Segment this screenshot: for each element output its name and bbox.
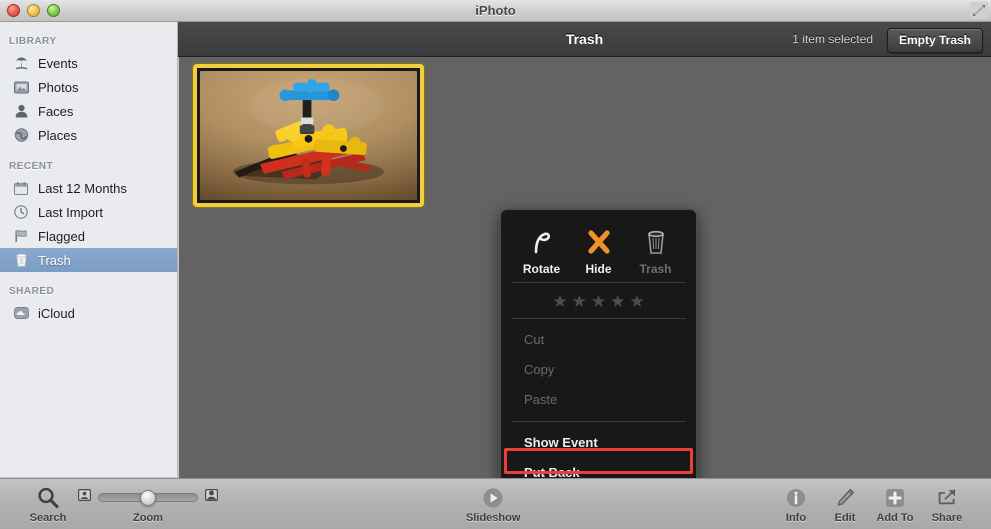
fullscreen-resize-icon[interactable] [970, 2, 988, 19]
sidebar-item-trash[interactable]: Trash [0, 248, 177, 272]
sidebar-item-label: Flagged [38, 228, 85, 244]
add-to-label: Add To [876, 512, 914, 524]
sidebar: LIBRARY Events Photos Faces Places RECEN… [0, 22, 178, 478]
flag-icon [12, 228, 30, 245]
pencil-icon [824, 485, 866, 511]
sidebar-item-events[interactable]: Events [0, 51, 177, 75]
photo-thumbnail[interactable] [193, 64, 424, 207]
photo-image [200, 71, 417, 200]
sidebar-item-faces[interactable]: Faces [0, 99, 177, 123]
context-menu-action-row: Rotate Hide Trash [501, 210, 696, 276]
zoom-slider-track[interactable] [98, 489, 198, 506]
sidebar-resize-handle[interactable] [175, 202, 178, 242]
menu-item-cut[interactable]: Cut [501, 325, 696, 355]
action-label: Hide [585, 262, 612, 276]
photo-context-menu: Rotate Hide Trash ★ ★ ★ ★ ★ Cut Copy Pas… [500, 209, 697, 486]
sidebar-section-recent-header: RECENT [9, 161, 54, 172]
menu-item-copy[interactable]: Copy [501, 355, 696, 385]
sidebar-item-label: iCloud [38, 305, 75, 321]
sidebar-item-places[interactable]: Places [0, 123, 177, 147]
star-2[interactable]: ★ [572, 293, 587, 310]
search-icon [22, 485, 74, 511]
trash-icon [12, 252, 30, 269]
star-3[interactable]: ★ [591, 293, 606, 310]
zoom-label: Zoom [133, 512, 163, 524]
search-button[interactable]: Search [22, 485, 74, 524]
sidebar-section-library-header: LIBRARY [9, 36, 57, 47]
rating-stars[interactable]: ★ ★ ★ ★ ★ [501, 289, 696, 312]
sidebar-item-last-import[interactable]: Last Import [0, 200, 177, 224]
plus-box-icon [868, 485, 922, 511]
sidebar-item-flagged[interactable]: Flagged [0, 224, 177, 248]
sidebar-item-photos[interactable]: Photos [0, 75, 177, 99]
search-label: Search [29, 512, 67, 524]
menu-divider [511, 318, 686, 319]
zoom-slider-knob[interactable] [140, 489, 156, 506]
menu-divider [511, 421, 686, 422]
sidebar-item-last-12-months[interactable]: Last 12 Months [0, 176, 177, 200]
star-5[interactable]: ★ [629, 293, 644, 310]
sidebar-item-label: Places [38, 127, 78, 143]
info-label: Info [785, 512, 807, 524]
sidebar-item-icloud[interactable]: iCloud [0, 301, 177, 325]
photos-icon [12, 79, 30, 96]
slideshow-button[interactable]: Slideshow [466, 485, 520, 524]
iphoto-window: iPhoto LIBRARY Events Photos Faces Place… [0, 0, 991, 529]
info-button[interactable]: Info [775, 485, 817, 524]
calendar-icon [12, 180, 30, 197]
play-icon [466, 485, 520, 511]
star-1[interactable]: ★ [552, 293, 567, 310]
add-to-button[interactable]: Add To [868, 485, 922, 524]
faces-icon [12, 103, 30, 120]
slideshow-label: Slideshow [466, 512, 521, 524]
sidebar-section-shared-header: SHARED [9, 286, 55, 297]
rotate-action[interactable]: Rotate [516, 224, 568, 276]
info-icon [775, 485, 817, 511]
empty-trash-button[interactable]: Empty Trash [886, 28, 983, 53]
menu-divider [511, 282, 686, 283]
trash-action[interactable]: Trash [630, 224, 682, 276]
photo-grid-area: Rotate Hide Trash ★ ★ ★ ★ ★ Cut Copy Pas… [179, 57, 991, 486]
sidebar-item-label: Faces [38, 103, 74, 119]
lego-technic-model [232, 78, 385, 185]
clock-icon [12, 204, 30, 221]
window-titlebar: iPhoto [0, 0, 991, 22]
sidebar-item-label: Photos [38, 79, 79, 95]
trash-can-icon [630, 224, 682, 260]
zoom-control[interactable]: Zoom [78, 488, 219, 524]
small-photo-icon [78, 488, 92, 506]
sidebar-item-label: Trash [38, 252, 71, 268]
selection-status: 1 item selected [792, 32, 873, 46]
edit-button[interactable]: Edit [824, 485, 866, 524]
action-label: Trash [639, 262, 672, 276]
hide-action[interactable]: Hide [573, 224, 625, 276]
large-photo-icon [205, 488, 219, 506]
places-icon [12, 127, 30, 144]
share-icon [922, 485, 972, 511]
bottom-toolbar: Search Zoom Slideshow Info Edit Add To S… [0, 478, 991, 529]
edit-label: Edit [834, 512, 856, 524]
hide-x-icon [573, 224, 625, 260]
trash-toolbar: Trash 1 item selected Empty Trash [178, 22, 991, 57]
star-4[interactable]: ★ [610, 293, 625, 310]
share-label: Share [931, 512, 963, 524]
action-label: Rotate [522, 262, 561, 276]
sidebar-item-label: Last 12 Months [38, 180, 127, 196]
events-icon [12, 55, 30, 72]
window-title: iPhoto [475, 3, 516, 18]
sidebar-item-label: Events [38, 55, 78, 71]
menu-item-show-event[interactable]: Show Event [501, 428, 696, 458]
share-button[interactable]: Share [922, 485, 972, 524]
rotate-icon [516, 224, 568, 260]
icloud-icon [12, 305, 30, 322]
sidebar-item-label: Last Import [38, 204, 104, 220]
menu-item-paste[interactable]: Paste [501, 385, 696, 415]
